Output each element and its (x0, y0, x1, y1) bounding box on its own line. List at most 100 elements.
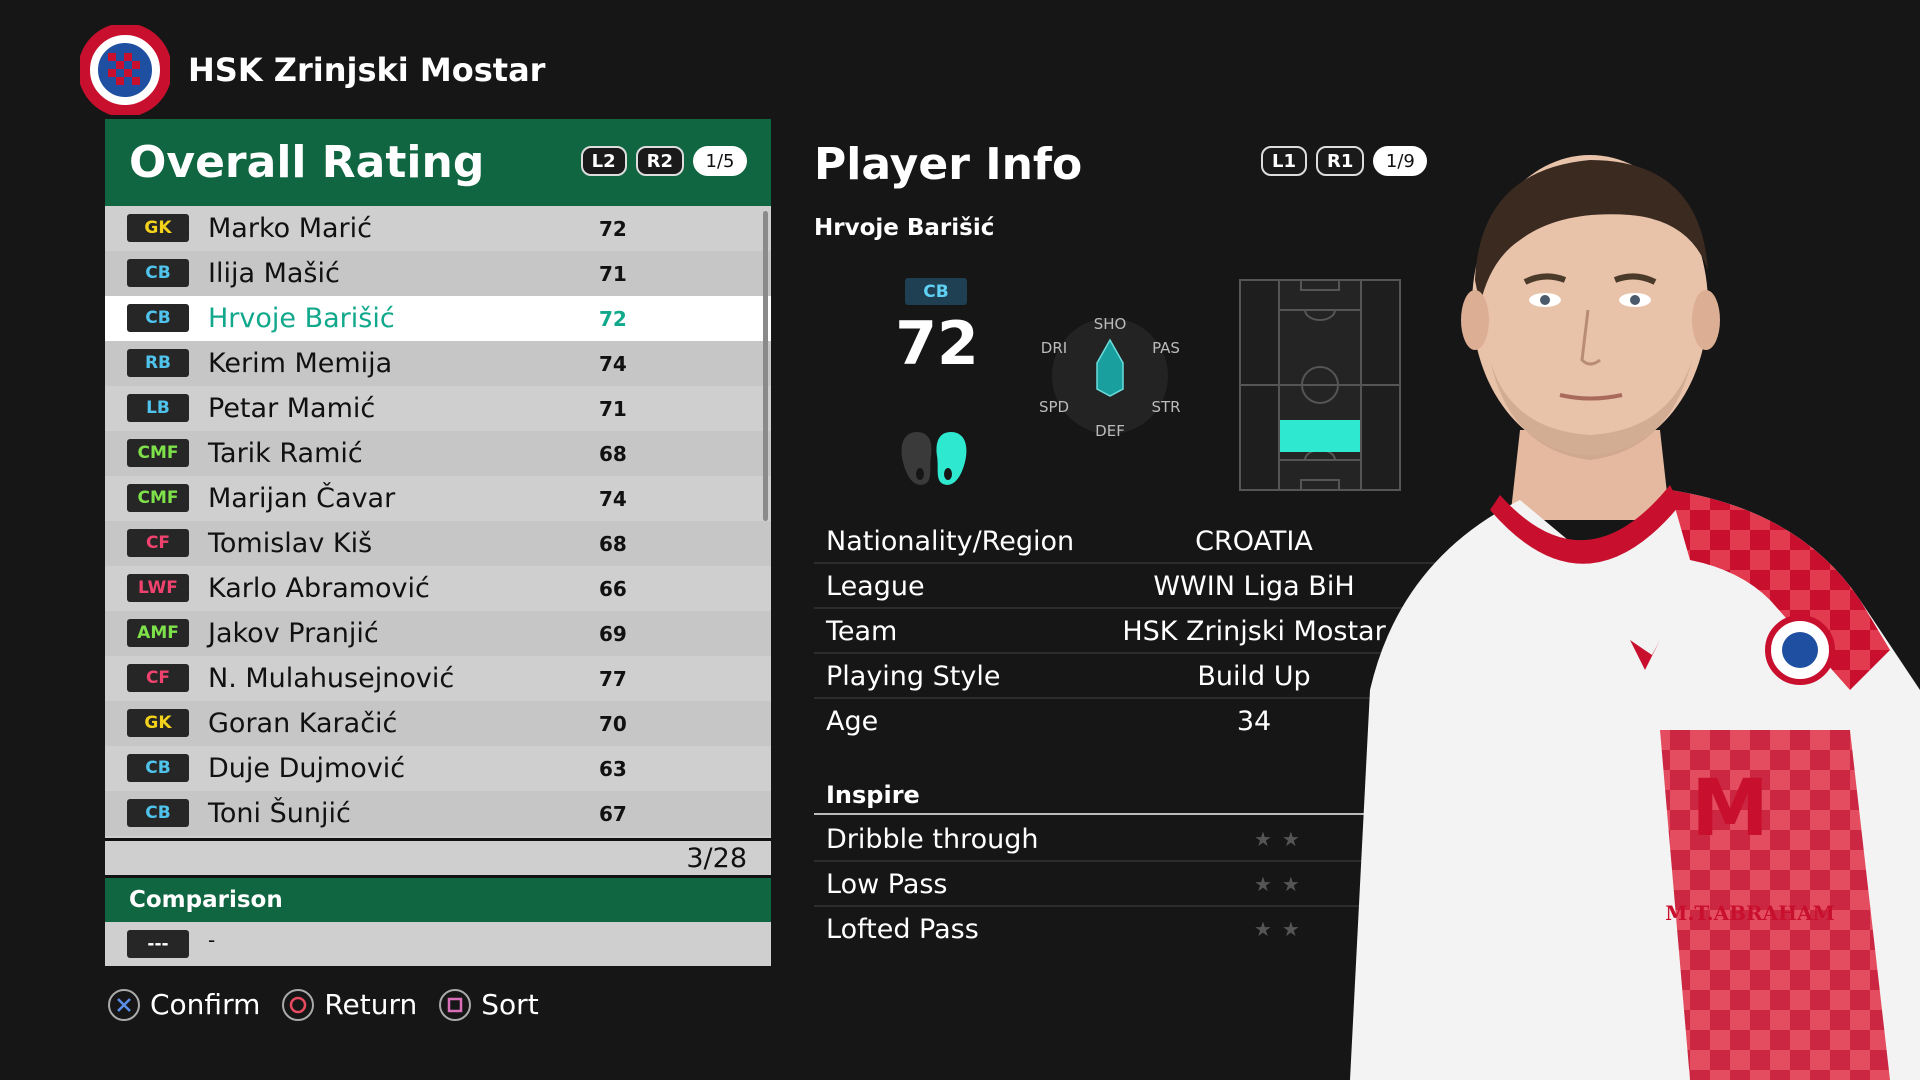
position-badge: CMF (127, 484, 189, 512)
position-badge: CB (127, 799, 189, 827)
club-crest-icon (80, 25, 170, 115)
detail-label: Nationality/Region (826, 526, 1075, 557)
player-row[interactable]: CB Hrvoje Barišić 72 (105, 296, 771, 341)
svg-text:M.T.ABRAHAM: M.T.ABRAHAM (1665, 901, 1834, 925)
player-name: Tomislav Kiš (208, 528, 373, 559)
player-row[interactable]: CB Toni Šunjić 67 (105, 791, 771, 836)
position-badge: CF (127, 664, 189, 692)
player-name: Jakov Pranjić (208, 618, 379, 649)
player-row[interactable]: CF N. Mulahusejnović 77 (105, 656, 771, 701)
inspire-label: Low Pass (826, 869, 948, 900)
footer-controls: Confirm Return Sort (108, 988, 545, 1021)
player-rating: 74 (599, 486, 627, 511)
comparison-value: - (208, 928, 216, 952)
square-button-icon (439, 988, 472, 1021)
svg-text:M: M (1691, 764, 1769, 854)
detail-label: Team (826, 616, 898, 647)
player-rating: 72 (599, 216, 627, 241)
r2-button[interactable]: R2 (635, 146, 684, 176)
confirm-control[interactable]: Confirm (108, 988, 260, 1021)
player-row[interactable]: GK Goran Karačić 70 (105, 701, 771, 746)
sort-control[interactable]: Sort (439, 988, 539, 1021)
player-row[interactable]: AMF Jakov Pranjić 69 (105, 611, 771, 656)
player-rating: 72 (895, 309, 979, 379)
player-row[interactable]: LB Petar Mamić 71 (105, 386, 771, 431)
comparison-badge: --- (127, 930, 189, 958)
player-rating: 70 (599, 711, 627, 736)
radar-label-dri: DRI (1041, 339, 1067, 357)
player-row[interactable]: CF Tomislav Kiš 68 (105, 521, 771, 566)
overall-rating-header: Overall Rating L2 R2 1/5 (105, 119, 771, 206)
comparison-header: Comparison (105, 878, 771, 922)
player-count: 3/28 (105, 838, 771, 878)
position-badge: AMF (127, 619, 189, 647)
player-portrait: M M.T.ABRAHAM (1350, 155, 1920, 1080)
position-badge: CF (127, 529, 189, 557)
player-row[interactable]: RB Kerim Memija 74 (105, 341, 771, 386)
player-rating: 72 (599, 306, 627, 331)
star-rating-icon: ★★ (1254, 872, 1310, 896)
player-name: Hrvoje Barišić (208, 303, 395, 334)
position-badge: LWF (127, 574, 189, 602)
position-badge: CMF (127, 439, 189, 467)
scrollbar[interactable] (763, 211, 768, 521)
overall-rating-title: Overall Rating (129, 137, 485, 188)
player-rating: 68 (599, 441, 627, 466)
page-indicator: 1/5 (693, 146, 747, 176)
player-name: Goran Karačić (208, 708, 398, 739)
radar-label-str: STR (1151, 398, 1180, 416)
player-row[interactable]: CMF Marijan Čavar 74 (105, 476, 771, 521)
ability-radar-chart: SHO PAS STR DEF SPD DRI (1040, 315, 1180, 440)
overall-rating-panel: Overall Rating L2 R2 1/5 GK Marko Marić 72… (105, 119, 771, 966)
position-badge: CB (127, 304, 189, 332)
radar-label-def: DEF (1095, 422, 1125, 440)
sort-label: Sort (481, 988, 539, 1021)
player-rating: 66 (599, 576, 627, 601)
player-row[interactable]: LWF Karlo Abramović 66 (105, 566, 771, 611)
player-name: Kerim Memija (208, 348, 393, 379)
position-badge: CB (127, 259, 189, 287)
l1-button[interactable]: L1 (1261, 146, 1307, 176)
position-badge: LB (127, 394, 189, 422)
club-name: HSK Zrinjski Mostar (188, 51, 546, 89)
player-name: Tarik Ramić (208, 438, 363, 469)
player-row[interactable]: GK Marko Marić 72 (105, 206, 771, 251)
player-name: Marijan Čavar (208, 483, 396, 514)
cross-button-icon (108, 988, 140, 1021)
preferred-foot-icon (901, 432, 967, 485)
player-info-title: Player Info (814, 139, 1083, 190)
player-name: Petar Mamić (208, 393, 376, 424)
player-rating: 74 (599, 351, 627, 376)
player-rating: 69 (599, 621, 627, 646)
return-control[interactable]: Return (282, 988, 417, 1021)
player-position-badge: CB (905, 278, 967, 305)
player-name: Ilija Mašić (208, 258, 340, 289)
player-row[interactable]: CMF Tarik Ramić 68 (105, 431, 771, 476)
player-name: Hrvoje Barišić (814, 215, 995, 241)
player-rating: 77 (599, 666, 627, 691)
radar-label-sho: SHO (1094, 315, 1127, 333)
player-rating: 71 (599, 396, 627, 421)
star-rating-icon: ★★ (1254, 917, 1310, 941)
comparison-row[interactable]: --- - (105, 922, 771, 966)
inspire-label: Lofted Pass (826, 914, 979, 945)
player-name: Karlo Abramović (208, 573, 430, 604)
detail-label: Playing Style (826, 661, 1001, 692)
player-rating: 67 (599, 801, 627, 826)
position-badge: GK (127, 709, 189, 737)
player-list: GK Marko Marić 72 CB Ilija Mašić 71 CB Hrvoje B… (105, 206, 771, 838)
player-row[interactable]: CB Ilija Mašić 71 (105, 251, 771, 296)
detail-label: League (826, 571, 925, 602)
position-badge: GK (127, 214, 189, 242)
detail-label: Age (826, 706, 879, 737)
player-rating: 71 (599, 261, 627, 286)
l2-button[interactable]: L2 (580, 146, 627, 176)
player-name: Marko Marić (208, 213, 373, 244)
player-row[interactable]: CB Duje Dujmović 63 (105, 746, 771, 791)
club-header: HSK Zrinjski Mostar (80, 25, 545, 115)
return-label: Return (324, 988, 418, 1021)
player-rating: 68 (599, 531, 627, 556)
player-name: Toni Šunjić (208, 798, 351, 829)
radar-label-pas: PAS (1152, 339, 1180, 357)
position-badge: RB (127, 349, 189, 377)
